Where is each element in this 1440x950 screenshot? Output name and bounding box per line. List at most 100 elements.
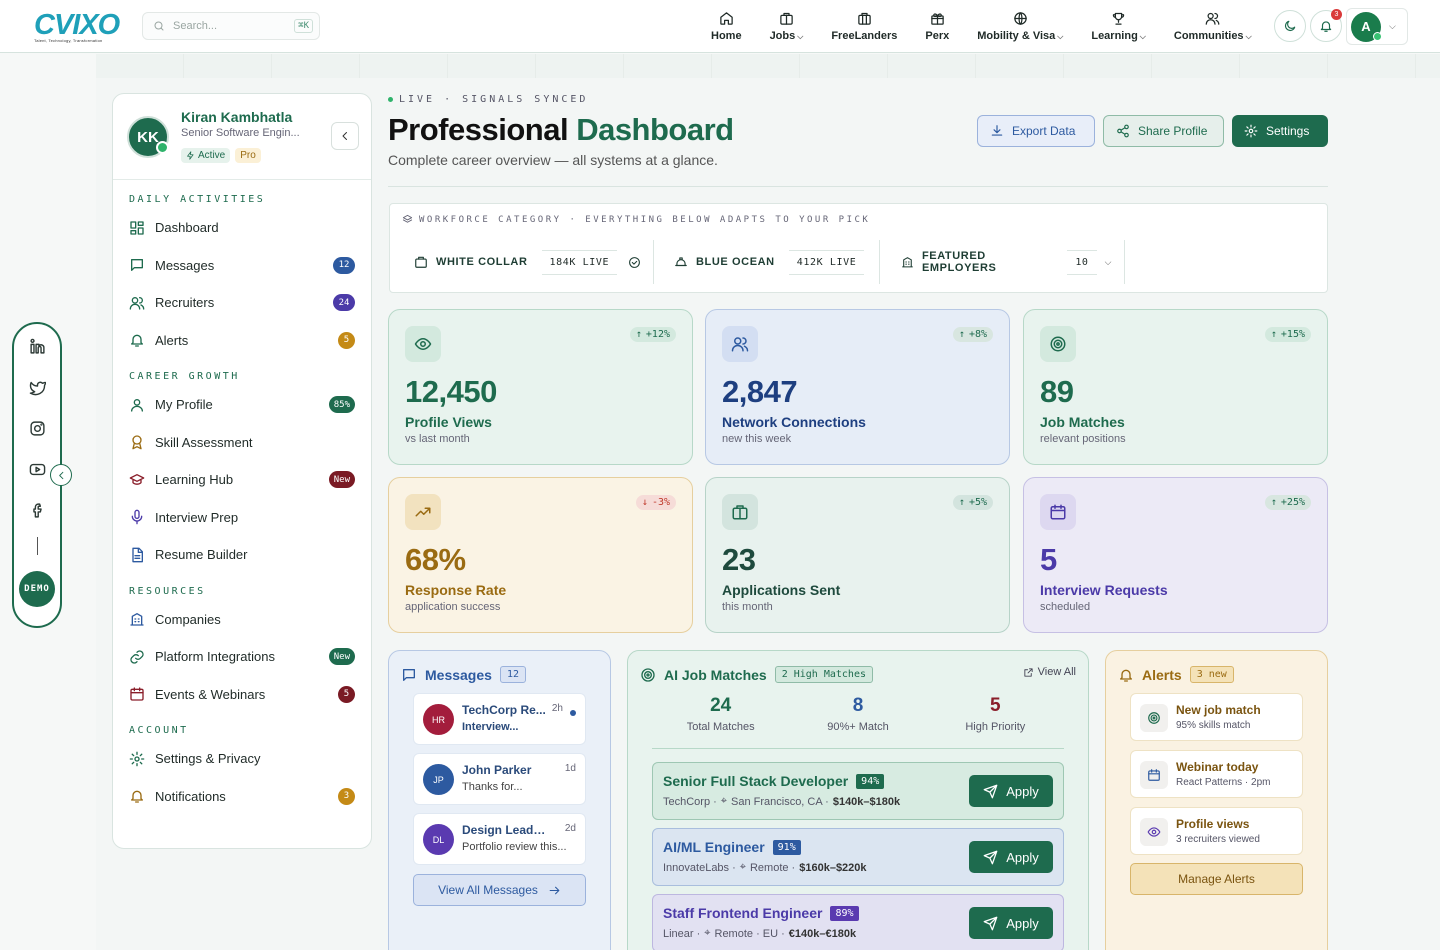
job-card[interactable]: Staff Frontend Engineer 89% Linear · ⌖ Remo…	[652, 894, 1064, 950]
gear-icon	[1244, 124, 1258, 138]
category-blue-ocean[interactable]: BLUE OCEAN 412K LIVE	[662, 240, 880, 284]
category-featured-employers[interactable]: FEATURED EMPLOYERS 10 ⌵	[889, 240, 1125, 284]
sidebar-item-companies[interactable]: Companies	[113, 601, 371, 639]
chevron-down-icon: ⌵	[1389, 21, 1396, 31]
nav-freelanders[interactable]: FreeLanders	[817, 0, 911, 52]
message-icon	[131, 259, 143, 272]
twitter-icon[interactable]	[29, 379, 46, 396]
sidebar-item-learning-hub[interactable]: Learning Hub New	[113, 461, 371, 499]
sidebar-item-resume-builder[interactable]: Resume Builder	[113, 536, 371, 574]
job-summary: 24 Total Matches 8 90%+ Match 5 High Pri…	[652, 695, 1064, 749]
theme-toggle-button[interactable]	[1274, 10, 1306, 42]
arrow-down-icon: ↓	[641, 497, 648, 508]
stat-value: 23	[722, 542, 756, 577]
alert-item[interactable]: Profile views 3 recruiters viewed	[1130, 807, 1303, 855]
view-all-jobs-link[interactable]: View All	[1023, 666, 1076, 678]
live-dot-icon	[388, 97, 393, 102]
nav-mobility-visa[interactable]: Mobility & Visa ⌵	[963, 0, 1077, 52]
job-card[interactable]: Senior Full Stack Developer 94% TechCorp …	[652, 762, 1064, 820]
avatar: DL	[423, 824, 454, 855]
arrow-up-icon: ↑	[1270, 329, 1277, 340]
share-profile-button[interactable]: Share Profile	[1103, 115, 1224, 147]
arrow-up-icon: ↑	[958, 497, 965, 508]
sidebar-collapse-button[interactable]	[331, 122, 359, 150]
apply-button[interactable]: Apply	[969, 775, 1053, 807]
trophy-icon	[1112, 12, 1125, 25]
message-item[interactable]: DL Design Lead · A... 2d Portfolio revie…	[413, 813, 586, 865]
sidebar-item-dashboard[interactable]: Dashboard	[113, 209, 371, 247]
sidebar-item-skill-assessment[interactable]: Skill Assessment	[113, 424, 371, 462]
stat-card-interview-requests[interactable]: ↑ +25% 5 Interview Requests scheduled	[1023, 477, 1328, 633]
sidebar-item-recruiters[interactable]: Recruiters 24	[113, 284, 371, 322]
instagram-icon[interactable]	[29, 420, 46, 437]
building-icon	[130, 613, 144, 626]
sidebar: KK Kiran Kambhatla Senior Software Engin…	[112, 93, 372, 849]
message-icon	[403, 668, 415, 681]
sidebar-item-settings-privacy[interactable]: Settings & Privacy	[113, 740, 371, 778]
apply-button[interactable]: Apply	[969, 907, 1053, 939]
job-matches-title: AI Job Matches 2 High Matches	[640, 666, 873, 683]
decorative-grid	[96, 54, 1440, 78]
sidebar-item-platform-integrations[interactable]: Platform Integrations New	[113, 638, 371, 676]
stat-card-profile-views[interactable]: ↑ +12% 12,450 Profile Views vs last month	[388, 309, 693, 465]
job-card[interactable]: AI/ML Engineer 91% InnovateLabs · ⌖ Remote …	[652, 828, 1064, 886]
chevron-down-icon[interactable]: ⌵	[1105, 257, 1112, 268]
nav-home[interactable]: Home	[697, 0, 756, 52]
rail-collapse-button[interactable]	[50, 464, 72, 486]
chevron-down-icon: ⌵	[1057, 31, 1064, 41]
stat-value: 12,450	[405, 374, 497, 409]
youtube-icon[interactable]	[29, 461, 46, 478]
sidebar-item-events-webinars[interactable]: Events & Webinars 5	[113, 676, 371, 714]
nav-perx[interactable]: Perx	[911, 0, 963, 52]
user-menu[interactable]: A ⌵	[1346, 8, 1408, 45]
layers-icon	[402, 214, 413, 223]
message-item[interactable]: HR TechCorp Re... 2h Interview...	[413, 693, 586, 745]
brand-logo[interactable]: CVIXO Talent, Technology, Transformation	[34, 11, 128, 44]
search-box[interactable]: Search... ⌘K	[142, 12, 320, 40]
avatar: JP	[423, 764, 454, 795]
stat-card-job-matches[interactable]: ↑ +15% 89 Job Matches relevant positions	[1023, 309, 1328, 465]
sidebar-item-messages[interactable]: Messages 12	[113, 247, 371, 285]
facebook-icon[interactable]	[29, 502, 46, 519]
profile-name: Kiran Kambhatla	[181, 109, 293, 125]
sidebar-item-alerts[interactable]: Alerts 5	[113, 322, 371, 360]
globe-icon	[1014, 11, 1027, 25]
ai-job-matches-panel: AI Job Matches 2 High Matches View All 2…	[627, 650, 1089, 950]
messages-count: 12	[499, 666, 526, 683]
view-all-messages-button[interactable]: View All Messages	[413, 874, 586, 906]
external-link-icon	[1024, 667, 1033, 677]
demo-badge[interactable]: DEMO	[19, 571, 55, 607]
summary-total: 24 Total Matches	[686, 695, 755, 733]
notifications-button[interactable]: 3	[1310, 9, 1342, 42]
profile-avatar[interactable]: KK	[127, 116, 169, 158]
nav-jobs[interactable]: Jobs ⌵	[756, 0, 818, 52]
count-badge: 5	[338, 331, 355, 349]
change-badge: ↑ +25%	[1264, 495, 1311, 510]
apply-button[interactable]: Apply	[969, 841, 1053, 873]
match-badge: 94%	[856, 773, 885, 789]
linkedin-icon[interactable]	[29, 338, 46, 355]
chevron-down-icon: ⌵	[1245, 31, 1252, 41]
change-badge: ↑ +15%	[1264, 327, 1311, 342]
settings-button[interactable]: Settings	[1232, 115, 1328, 147]
sidebar-item-notifications[interactable]: Notifications 3	[113, 778, 371, 816]
category-white-collar[interactable]: WHITE COLLAR 184K LIVE	[402, 240, 654, 284]
nav-learning[interactable]: Learning ⌵	[1077, 0, 1160, 52]
nav-communities[interactable]: Communities ⌵	[1160, 0, 1266, 52]
message-item[interactable]: JP John Parker 1d Thanks for...	[413, 753, 586, 805]
header-divider	[388, 186, 1328, 187]
send-icon	[983, 916, 998, 930]
manage-alerts-button[interactable]: Manage Alerts	[1130, 863, 1303, 895]
stat-card-applications-sent[interactable]: ↑ +5% 23 Applications Sent this month	[705, 477, 1010, 633]
alert-item[interactable]: New job match 95% skills match	[1130, 693, 1303, 741]
stat-card-network-connections[interactable]: ↑ +8% 2,847 Network Connections new this …	[705, 309, 1010, 465]
export-data-button[interactable]: Export Data	[977, 115, 1095, 147]
hardhat-icon	[675, 257, 687, 267]
search-input[interactable]: Search...	[173, 20, 217, 32]
stat-card-response-rate[interactable]: ↓ -3% 68% Response Rate application succe…	[388, 477, 693, 633]
alert-item[interactable]: Webinar today React Patterns · 2pm	[1130, 750, 1303, 798]
sidebar-item-interview-prep[interactable]: Interview Prep	[113, 499, 371, 537]
unread-dot-icon	[570, 710, 576, 716]
sidebar-item-my-profile[interactable]: My Profile 85%	[113, 386, 371, 424]
change-badge: ↑ +8%	[952, 327, 993, 342]
